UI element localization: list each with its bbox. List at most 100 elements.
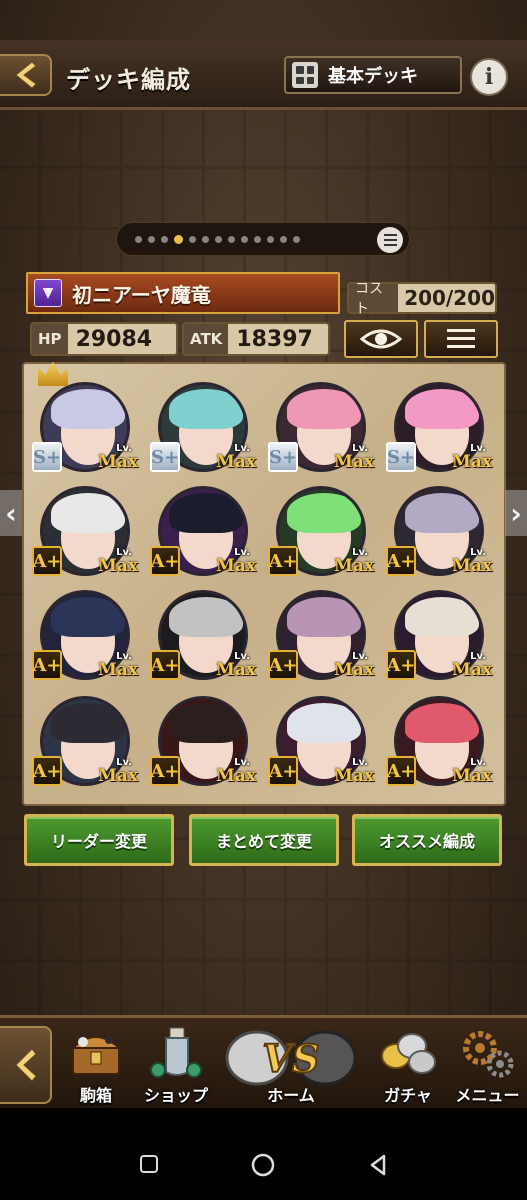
level-value: Max [452,660,492,680]
pager-dot[interactable] [135,235,142,243]
pager-dot-active[interactable] [174,234,183,244]
rank-badge: A+ [32,546,62,576]
deck-grid-icon [292,62,318,88]
rank-badge: A+ [32,756,62,786]
portrait-hair [405,703,479,743]
level-value: Max [98,556,138,576]
level-badge: Lv. Max [440,444,492,474]
portrait-hair [287,493,361,533]
level-badge: Lv. Max [322,758,374,788]
portrait-hair [169,389,243,429]
nav-shop[interactable]: ショップ [136,1018,216,1111]
shop-bottle-icon [150,1027,202,1078]
rank-badge: A+ [386,650,416,680]
character-card[interactable]: A+ Lv. Max [382,582,494,690]
character-card[interactable]: A+ Lv. Max [146,478,258,586]
eye-icon [360,329,402,349]
character-card[interactable]: S+ Lv. Max [264,374,376,482]
character-card[interactable]: A+ Lv. Max [264,478,376,586]
rank-badge: A+ [268,546,298,576]
pager-dot[interactable] [189,235,196,243]
character-card[interactable]: S+ Lv. Max [146,374,258,482]
portrait-hair [287,597,361,637]
treasure-chest-icon [70,1036,122,1075]
nav-gacha-label: ガチャ [384,1086,432,1105]
pager-dot[interactable] [215,235,222,243]
level-badge: Lv. Max [204,444,256,474]
back-button[interactable] [0,54,52,96]
pager-dot[interactable] [293,235,300,243]
level-value: Max [334,452,374,472]
character-card[interactable]: A+ Lv. Max [382,688,494,796]
character-card[interactable]: S+ Lv. Max [28,374,140,482]
nav-home-label: ホーム [267,1086,315,1105]
nav-menu[interactable]: メニュー [448,1018,527,1111]
level-badge: Lv. Max [440,548,492,578]
view-toggle-button[interactable] [344,320,418,358]
nav-home[interactable]: VS ホーム [216,1018,366,1111]
rank-badge: A+ [150,756,180,786]
recent-apps-icon[interactable] [139,1154,159,1174]
system-nav-bar [0,1108,527,1200]
pager-dot[interactable] [254,235,261,243]
character-card[interactable]: A+ Lv. Max [28,688,140,796]
pager-dot[interactable] [161,235,168,243]
back-triangle-icon[interactable] [368,1154,388,1176]
prev-deck-arrow[interactable]: ‹ [0,490,22,536]
nav-box[interactable]: 駒箱 [56,1018,136,1111]
pager-dot[interactable] [228,235,235,243]
list-icon[interactable] [377,227,403,253]
level-value: Max [98,660,138,680]
character-card[interactable]: S+ Lv. Max [382,374,494,482]
portrait-hair [405,493,479,533]
rank-badge: A+ [386,546,416,576]
deck-title: 初ニアーヤ魔竜 [72,282,211,307]
level-value: Max [216,766,256,786]
portrait-hair [405,389,479,429]
info-icon[interactable]: i [470,58,508,96]
deck-name-bar[interactable]: ▼ 初ニアーヤ魔竜 [26,272,340,314]
level-value: Max [334,766,374,786]
header-bar: デッキ編成 基本デッキ i [0,40,527,110]
rank-badge: A+ [386,756,416,786]
level-badge: Lv. Max [204,758,256,788]
recommend-deck-button[interactable]: オススメ編成 [352,814,502,866]
leader-change-button[interactable]: リーダー変更 [24,814,174,866]
character-card[interactable]: A+ Lv. Max [146,688,258,796]
cost-label: コスト [349,281,399,317]
level-badge: Lv. Max [440,652,492,682]
pager-dot[interactable] [241,235,248,243]
character-card[interactable]: A+ Lv. Max [28,478,140,586]
pager-dot[interactable] [148,235,155,243]
level-badge: Lv. Max [204,548,256,578]
portrait-hair [51,597,125,637]
deck-menu-button[interactable] [424,320,498,358]
pager-dot[interactable] [267,235,274,243]
level-badge: Lv. Max [322,548,374,578]
deck-pager[interactable] [116,222,410,256]
nav-gacha[interactable]: ガチャ [368,1018,448,1111]
pager-dot[interactable] [280,235,287,243]
nav-back-button[interactable] [0,1026,52,1104]
rank-badge: S+ [386,442,416,472]
chevron-left-icon [15,1048,37,1082]
rank-badge: A+ [150,650,180,680]
portrait-hair [405,597,479,637]
character-card[interactable]: A+ Lv. Max [382,478,494,586]
character-card[interactable]: A+ Lv. Max [146,582,258,690]
next-deck-arrow[interactable]: › [505,490,527,536]
character-card[interactable]: A+ Lv. Max [264,582,376,690]
portrait-hair [51,703,125,743]
rank-badge: A+ [32,650,62,680]
level-badge: Lv. Max [86,758,138,788]
bulk-change-button[interactable]: まとめて変更 [189,814,339,866]
level-value: Max [452,556,492,576]
level-badge: Lv. Max [204,652,256,682]
character-card[interactable]: A+ Lv. Max [264,688,376,796]
character-card[interactable]: A+ Lv. Max [28,582,140,690]
pager-dot[interactable] [202,235,209,243]
cost-value: 200/200 [404,286,495,310]
home-circle-icon[interactable] [250,1152,276,1178]
deck-selector[interactable]: 基本デッキ [284,56,462,94]
hp-label: HP [32,324,68,354]
